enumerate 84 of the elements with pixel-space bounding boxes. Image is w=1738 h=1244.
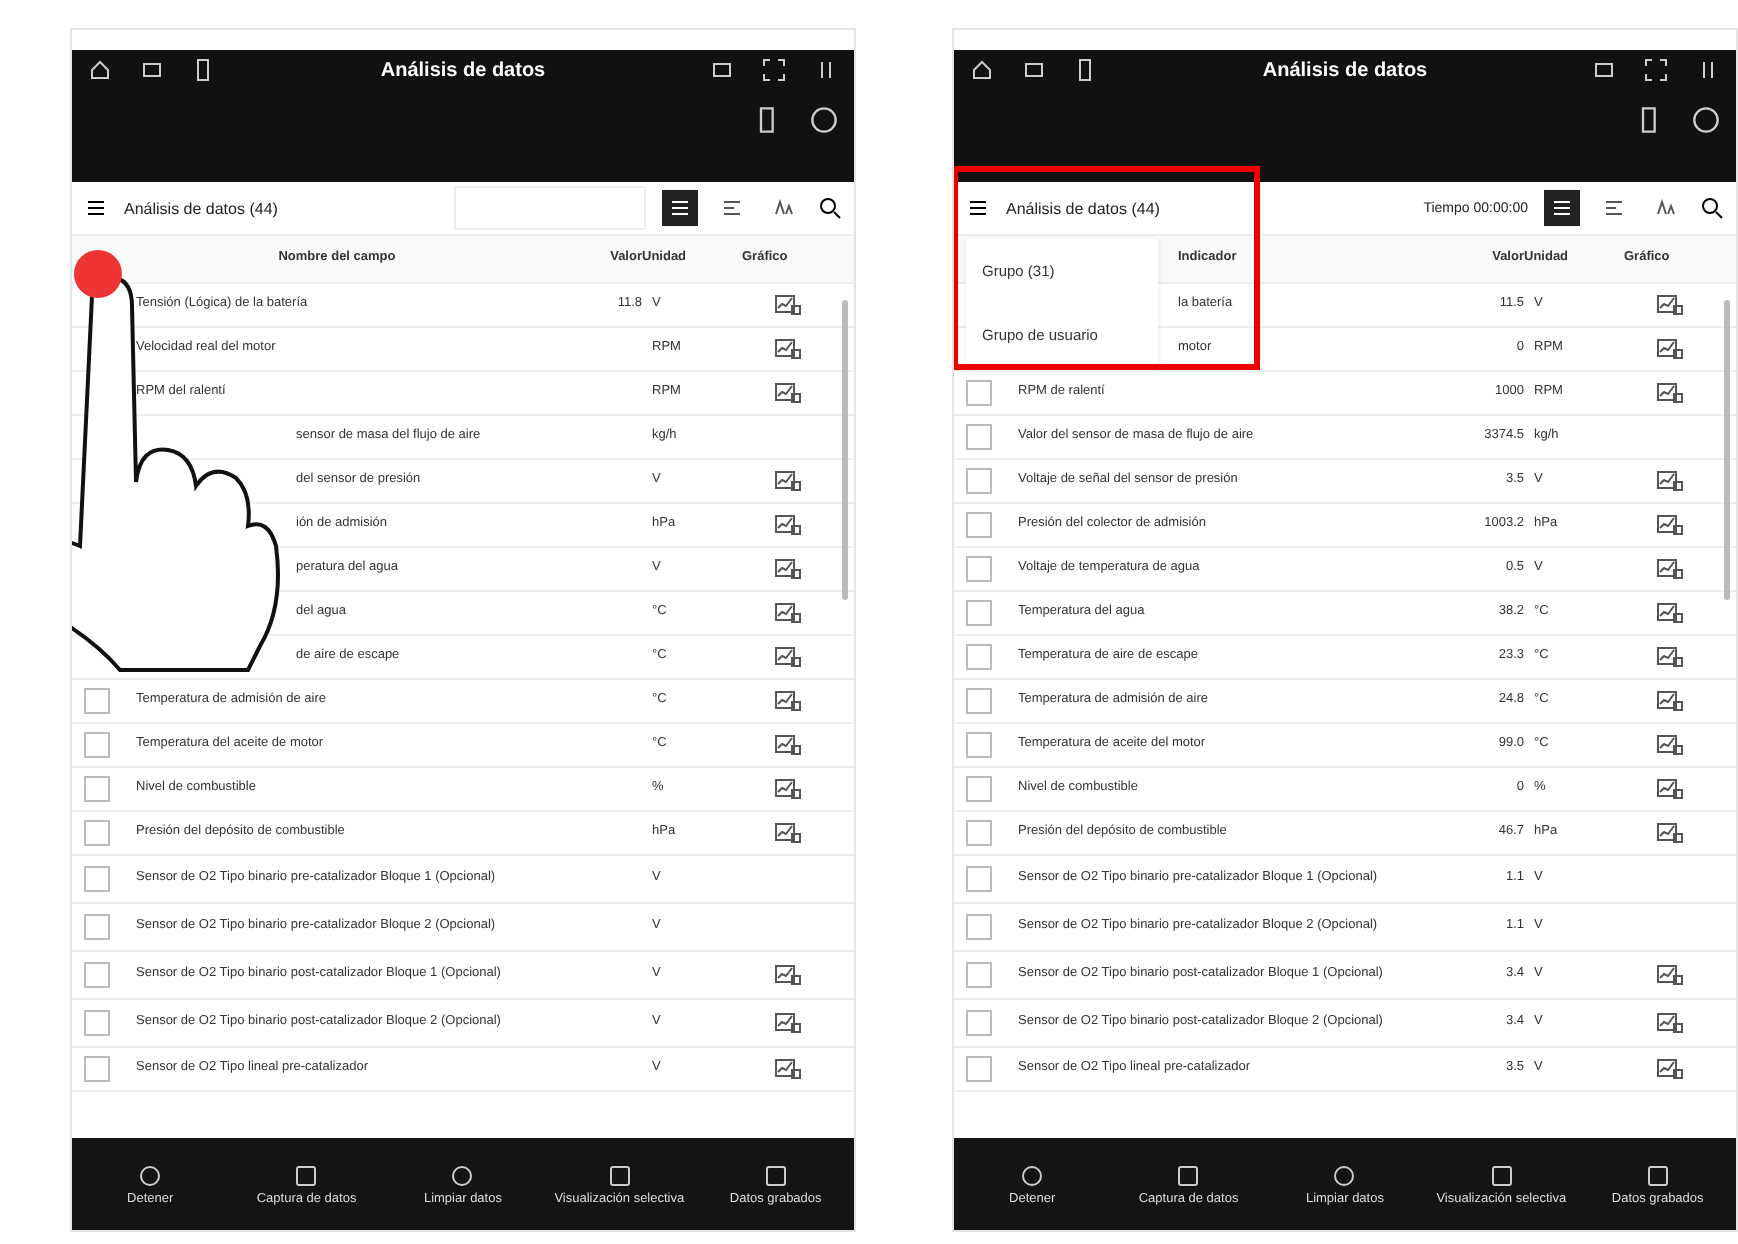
chart-icon[interactable]: [774, 382, 802, 404]
chart-icon[interactable]: [774, 734, 802, 756]
fullscreen-icon[interactable]: [1644, 58, 1668, 82]
chart-icon[interactable]: [774, 294, 802, 316]
checkbox[interactable]: [84, 866, 110, 892]
checkbox[interactable]: [966, 914, 992, 940]
checkbox[interactable]: [84, 776, 110, 802]
list-view-button[interactable]: [1544, 190, 1580, 226]
checkbox[interactable]: [966, 1010, 992, 1036]
chart-icon[interactable]: [774, 558, 802, 580]
checkbox[interactable]: [966, 644, 992, 670]
text-lines-icon: [1604, 198, 1624, 218]
checkbox[interactable]: [966, 424, 992, 450]
checkbox[interactable]: [966, 468, 992, 494]
window-title: Análisis de datos: [378, 59, 548, 81]
checkbox[interactable]: [966, 820, 992, 846]
checkbox[interactable]: [966, 776, 992, 802]
square-icon: [1489, 1163, 1514, 1187]
chart-icon[interactable]: [1656, 514, 1684, 536]
checkbox[interactable]: [966, 732, 992, 758]
checkbox[interactable]: [966, 556, 992, 582]
chart-icon[interactable]: [1656, 382, 1684, 404]
list-icon: [1552, 198, 1572, 218]
square-icon: [1645, 1163, 1670, 1187]
list-view-button[interactable]: [662, 190, 698, 226]
data-analysis-title: Análisis de datos (44): [124, 199, 278, 217]
checkbox[interactable]: [84, 914, 110, 940]
search-icon[interactable]: [818, 196, 842, 220]
scrollbar[interactable]: [842, 300, 848, 600]
square-icon: [1176, 1163, 1201, 1187]
font-size-icon: [774, 198, 794, 218]
home-icon[interactable]: [88, 58, 112, 82]
checkbox[interactable]: [966, 600, 992, 626]
chart-icon[interactable]: [774, 602, 802, 624]
list-icon[interactable]: [966, 196, 990, 220]
chart-icon[interactable]: [1656, 734, 1684, 756]
chart-icon[interactable]: [774, 646, 802, 668]
checkbox[interactable]: [966, 688, 992, 714]
checkbox[interactable]: [966, 1056, 992, 1082]
chart-icon[interactable]: [774, 822, 802, 844]
scrollbar[interactable]: [1724, 300, 1730, 600]
chart-icon[interactable]: [1656, 602, 1684, 624]
checkbox[interactable]: [966, 512, 992, 538]
touch-point-icon: [72, 248, 124, 300]
checkbox[interactable]: [84, 688, 110, 714]
list-icon[interactable]: [84, 196, 108, 220]
data-analysis-title: Análisis de datos (44): [1006, 199, 1160, 217]
chart-icon[interactable]: [1656, 1012, 1684, 1034]
chart-icon[interactable]: [1656, 470, 1684, 492]
chart-icon[interactable]: [1656, 338, 1684, 360]
home-icon[interactable]: [970, 58, 994, 82]
chart-icon[interactable]: [774, 1058, 802, 1080]
square-icon: [763, 1163, 788, 1187]
checkbox[interactable]: [84, 820, 110, 846]
checkbox[interactable]: [966, 866, 992, 892]
fullscreen-icon[interactable]: [762, 58, 786, 82]
chart-icon[interactable]: [1656, 822, 1684, 844]
checkbox[interactable]: [966, 962, 992, 988]
chart-icon[interactable]: [774, 338, 802, 360]
chart-icon[interactable]: [1656, 1058, 1684, 1080]
window-title: Análisis de datos: [1260, 59, 1430, 81]
checkbox[interactable]: [84, 732, 110, 758]
square-icon: [607, 1163, 632, 1187]
font-size-icon: [1656, 198, 1676, 218]
chart-icon[interactable]: [1656, 964, 1684, 986]
search-icon[interactable]: [1700, 196, 1724, 220]
chart-icon[interactable]: [1656, 558, 1684, 580]
text-lines-icon: [722, 198, 742, 218]
chart-icon[interactable]: [774, 470, 802, 492]
checkbox[interactable]: [84, 962, 110, 988]
chart-icon[interactable]: [774, 514, 802, 536]
chart-icon[interactable]: [774, 964, 802, 986]
checkbox[interactable]: [966, 380, 992, 406]
square-icon: [294, 1163, 319, 1187]
chart-icon[interactable]: [1656, 294, 1684, 316]
checkbox[interactable]: [84, 1010, 110, 1036]
chart-icon[interactable]: [1656, 690, 1684, 712]
chart-icon[interactable]: [774, 778, 802, 800]
checkbox[interactable]: [84, 1056, 110, 1082]
list-icon: [670, 198, 690, 218]
chart-icon[interactable]: [774, 690, 802, 712]
chart-icon[interactable]: [1656, 778, 1684, 800]
chart-icon[interactable]: [774, 1012, 802, 1034]
chart-icon[interactable]: [1656, 646, 1684, 668]
